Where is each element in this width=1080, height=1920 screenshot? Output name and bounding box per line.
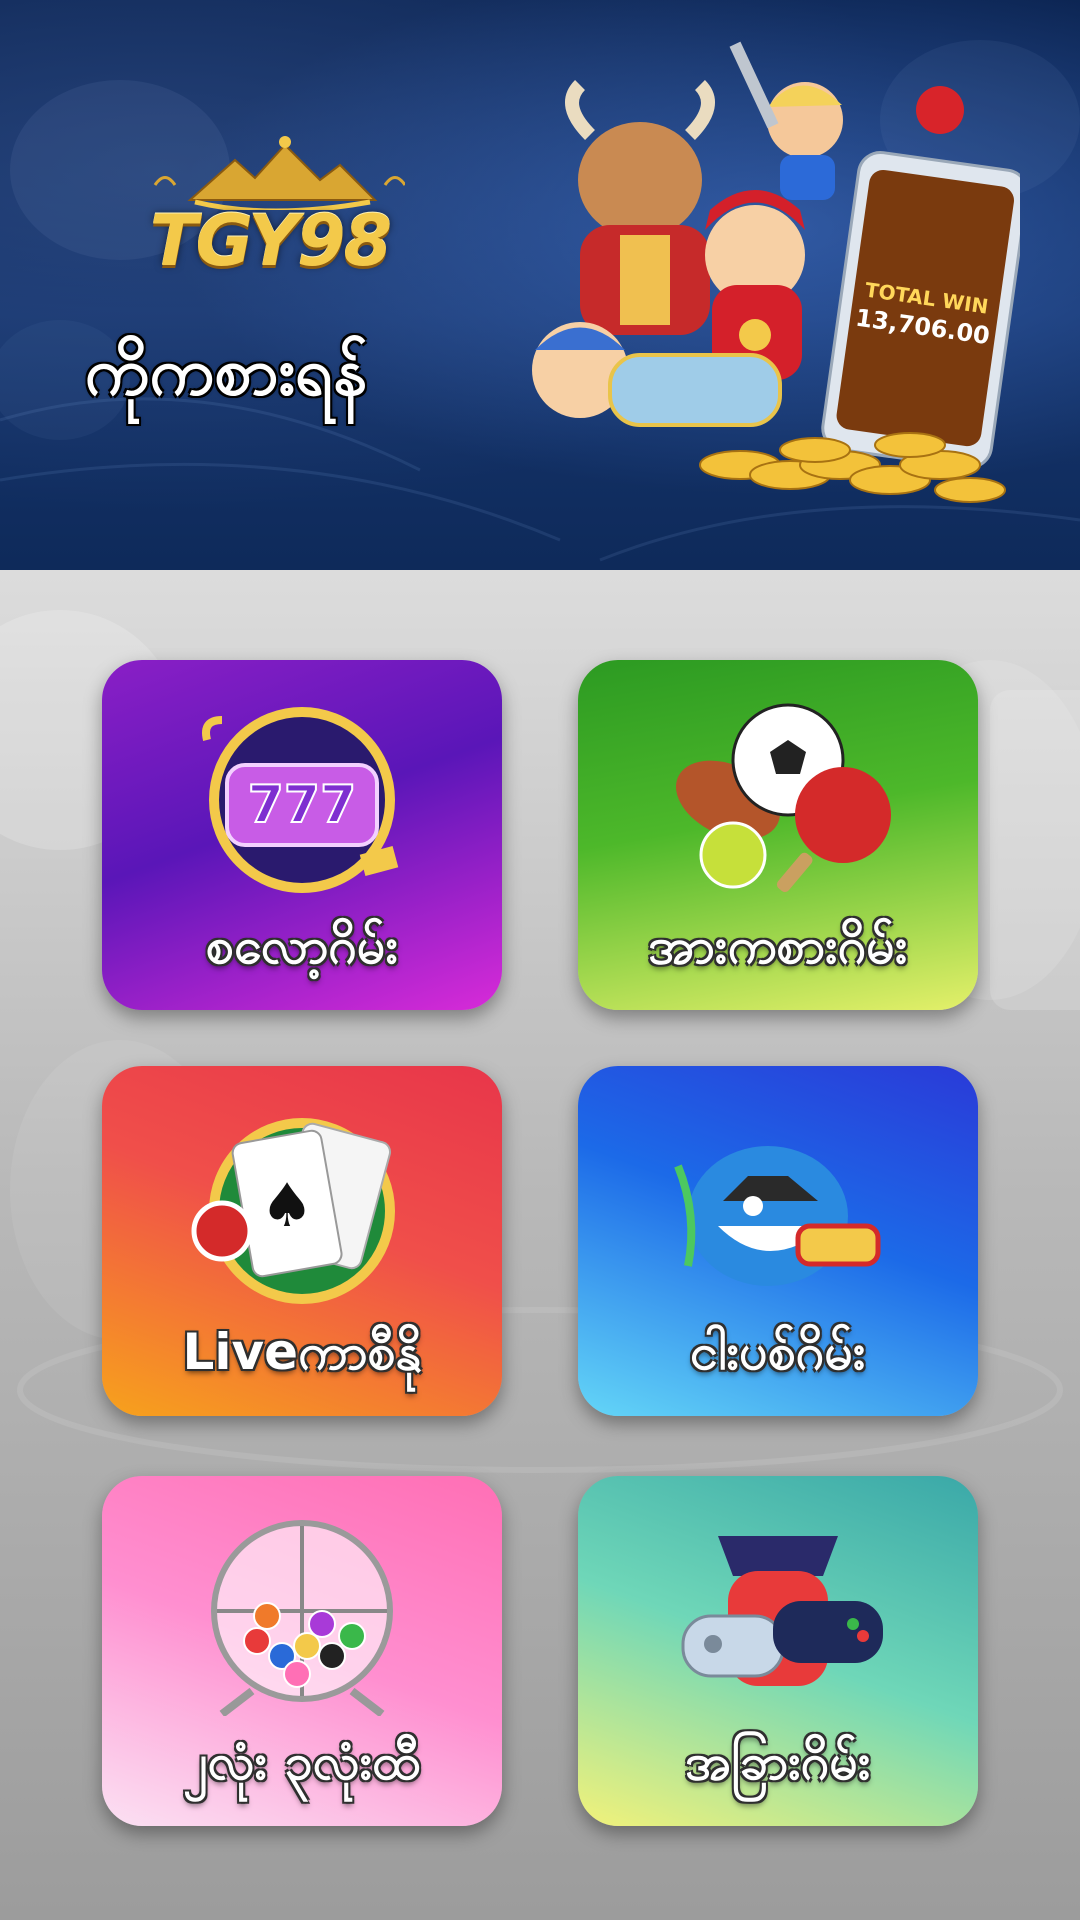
- slot-777-icon: 777: [202, 707, 399, 893]
- lottery-ball-cage-icon: [211, 1520, 393, 1716]
- svg-text:777: 777: [248, 775, 357, 835]
- red-ornament-icon: [916, 86, 964, 134]
- category-label: အခြားဂိမ်း: [685, 1733, 871, 1791]
- sports-balls-icon: [676, 703, 891, 893]
- page-title: ကိုကစားရန်: [85, 333, 368, 410]
- bull-character-icon: [565, 80, 715, 335]
- category-sports-games[interactable]: အားကစားဂိမ်း: [578, 660, 978, 1010]
- category-live-casino[interactable]: ♠ Liveကာစီနို: [102, 1066, 502, 1416]
- logo-mountain-emblem-icon: [153, 136, 405, 210]
- game-controller-icon: [681, 1536, 883, 1686]
- playing-cards-icon: ♠: [191, 1118, 395, 1304]
- top-banner: TGY98 ကိုကစားရန် TOTAL WIN 13,706.00: [0, 0, 1080, 570]
- god-of-wealth-character-icon: [705, 190, 805, 380]
- category-label: ငါးပစ်ဂိမ်း: [690, 1323, 866, 1381]
- category-lottery[interactable]: ၂လုံး ၃လုံးထီ: [102, 1476, 502, 1826]
- category-slot-games[interactable]: 777 စလော့ဂိမ်း: [102, 660, 502, 1010]
- hero-boy-character-icon: [729, 41, 843, 200]
- phone-icon: TOTAL WIN 13,706.00: [821, 150, 1020, 470]
- category-other-games[interactable]: အခြားဂိမ်း: [578, 1476, 978, 1826]
- tgy98-logo: TGY98: [135, 130, 405, 282]
- category-label: စလော့ဂိမ်း: [205, 917, 399, 975]
- category-fishing-games[interactable]: ငါးပစ်ဂိမ်း: [578, 1066, 978, 1416]
- logo-text: TGY98: [149, 200, 392, 282]
- category-label: ၂လုံး ၃လုံးထီ: [183, 1733, 421, 1791]
- fish-shooter-icon: [674, 1146, 881, 1286]
- svg-text:♠: ♠: [260, 1171, 314, 1241]
- hero-characters-illustration: TOTAL WIN 13,706.00: [532, 41, 1020, 503]
- category-label: အားကစားဂိမ်း: [648, 917, 908, 975]
- category-label: Liveကာစီနို: [182, 1323, 422, 1381]
